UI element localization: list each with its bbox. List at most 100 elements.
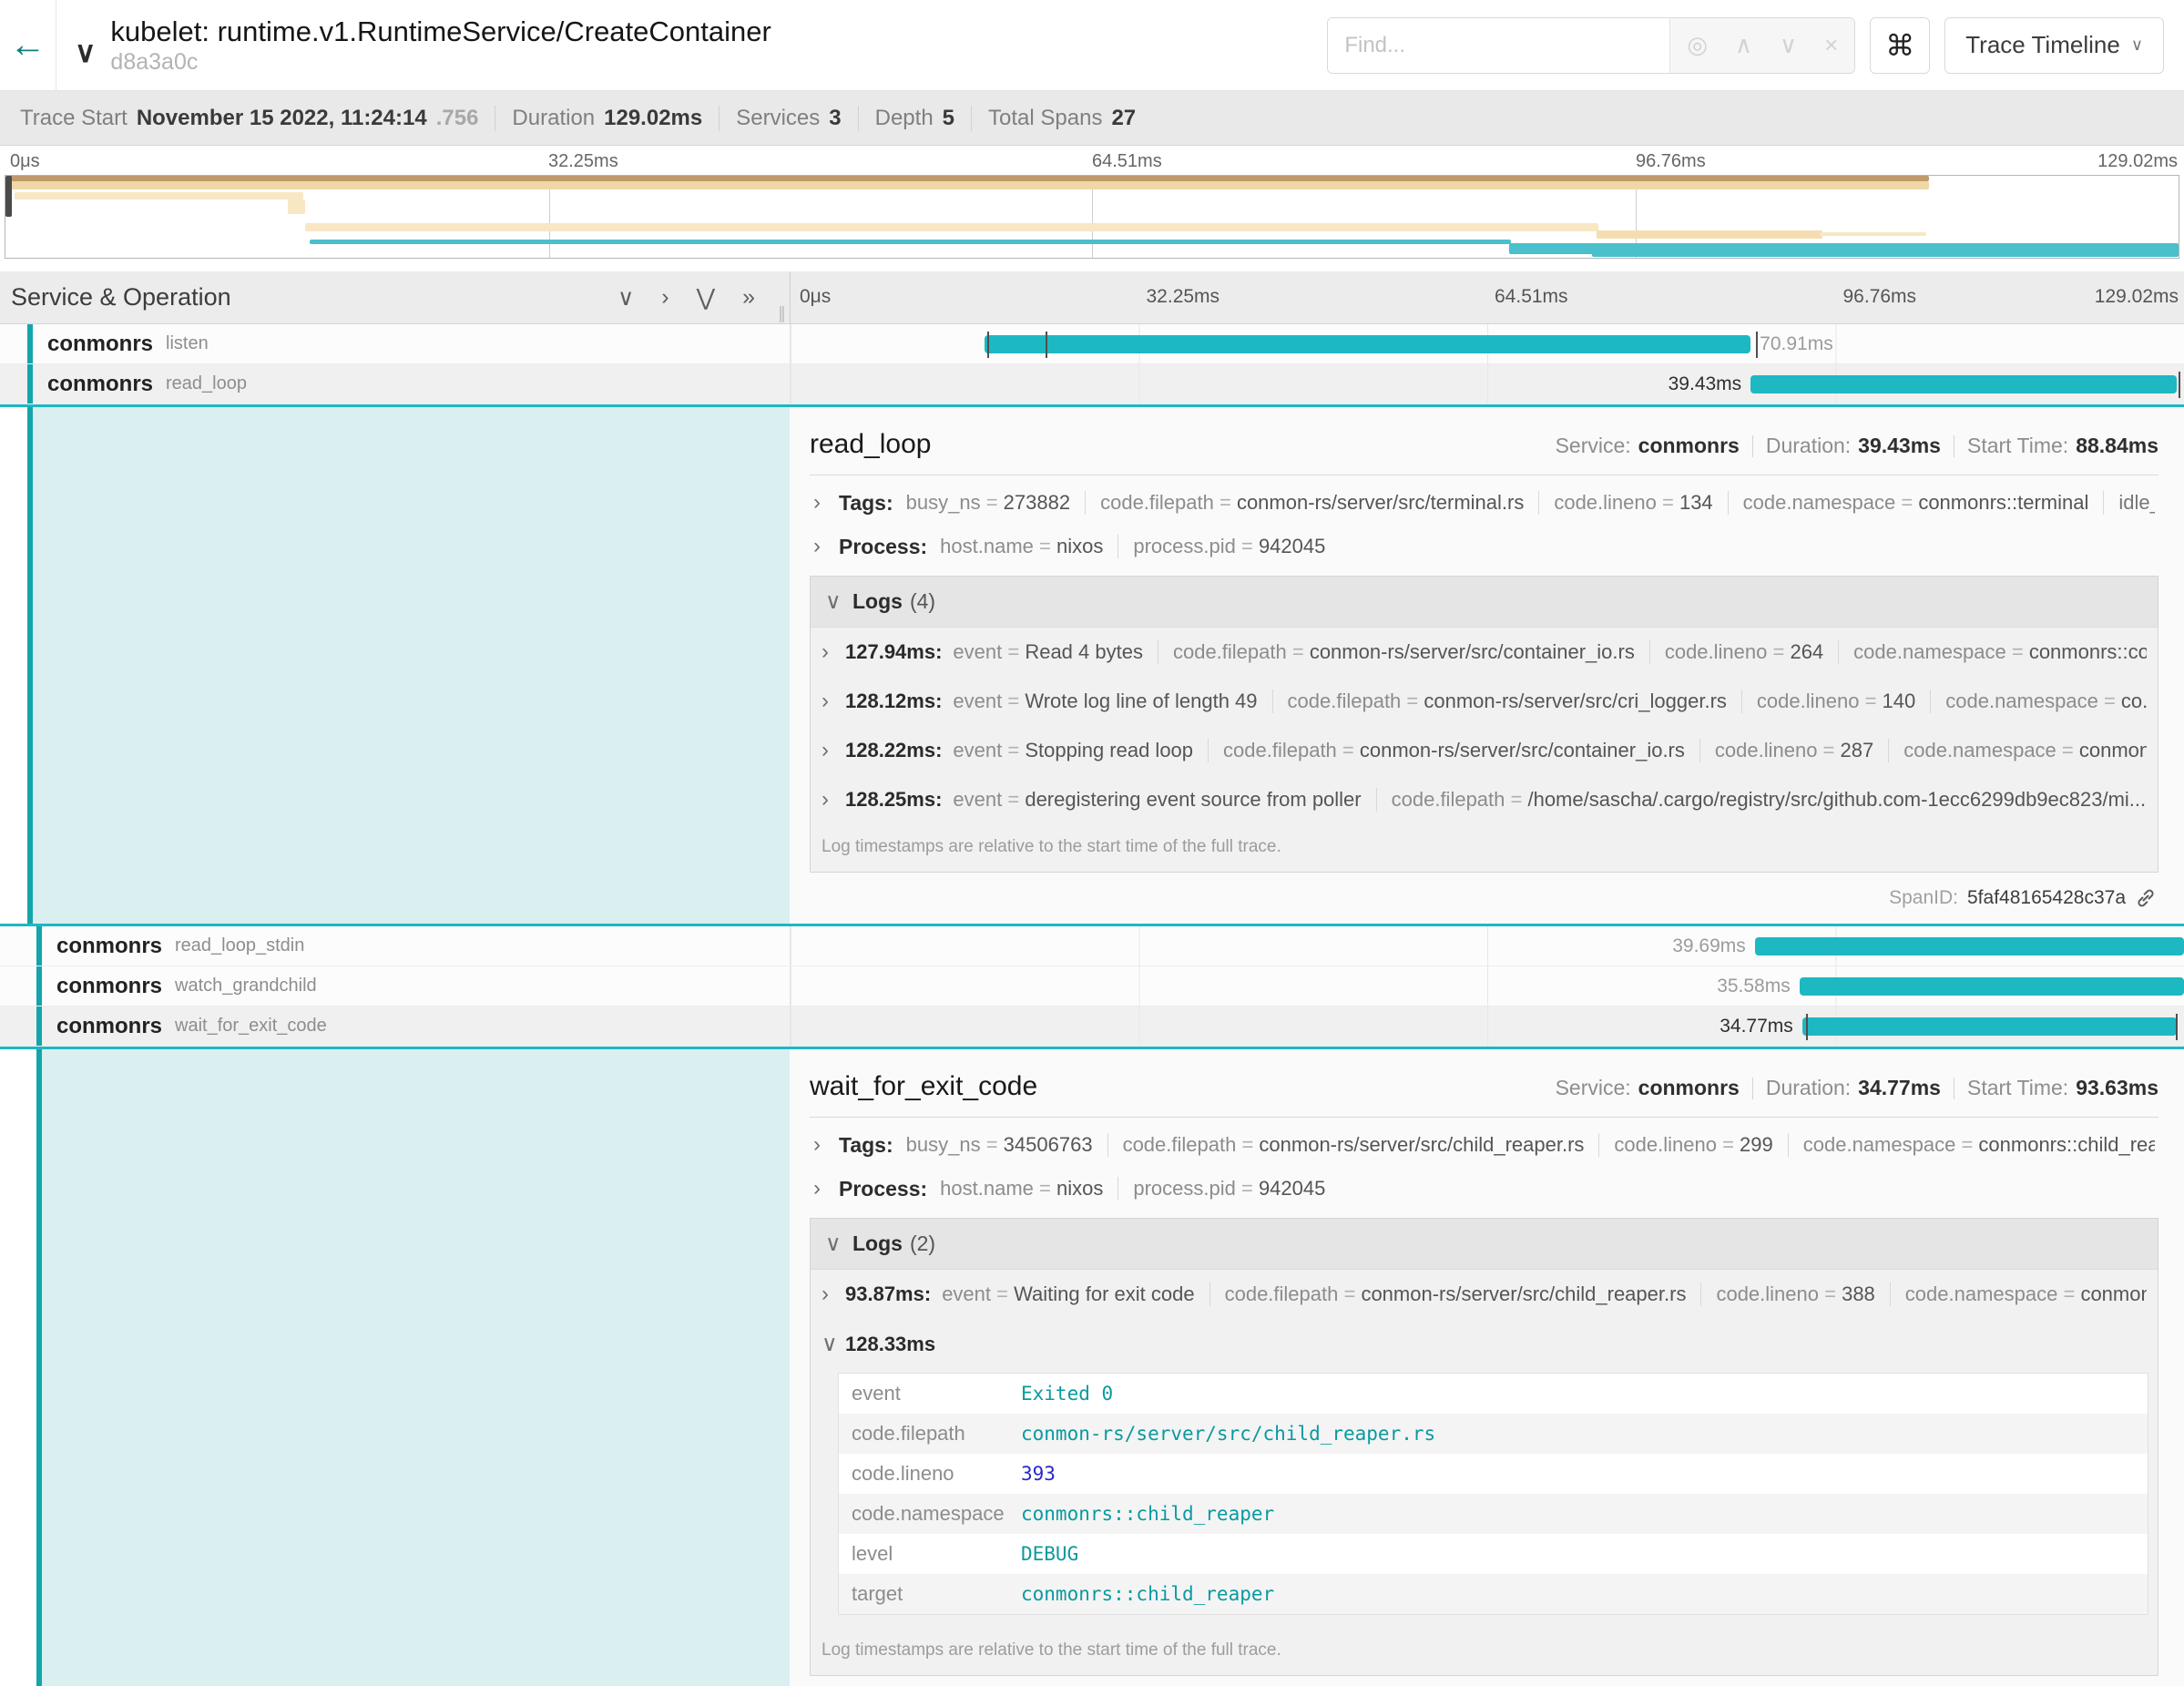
log-marker-tick	[987, 332, 989, 358]
span-duration-label: 39.43ms	[1669, 373, 1742, 395]
tags-row[interactable]: › Tags: busy_ns = 34506763code.filepath …	[810, 1123, 2158, 1167]
span-row-read-loop[interactable]: conmonrs read_loop 39.43ms	[0, 364, 2184, 404]
detail-span-meta: Service:conmonrs Duration:39.43ms Start …	[1556, 434, 2158, 458]
back-button[interactable]: ←	[0, 0, 56, 90]
column-resize-handle[interactable]: ∥	[778, 304, 786, 323]
collapse-all-icon[interactable]: ⋁	[697, 284, 716, 312]
find-input[interactable]	[1328, 18, 1669, 73]
command-icon: ⌘	[1885, 28, 1914, 63]
span-row-watch-grandchild[interactable]: conmonrs watch_grandchild 35.58ms	[0, 966, 2184, 1006]
span-color-accent	[27, 364, 33, 404]
clear-search-icon[interactable]: ×	[1824, 31, 1838, 59]
span-bar[interactable]	[1755, 937, 2184, 955]
minimap-span-bar	[288, 199, 305, 214]
chevron-right-icon: ›	[813, 534, 828, 559]
match-case-icon[interactable]: ◎	[1687, 31, 1708, 59]
chevron-down-icon[interactable]: ∨	[75, 35, 96, 69]
log-entry[interactable]: › 93.87ms: event = Waiting for exit code…	[811, 1270, 2158, 1319]
table-row: event Exited 0	[839, 1374, 2148, 1414]
span-id-row: SpanID: 4a947cfd1ce59537	[810, 1676, 2158, 1686]
trace-depth: Depth5	[859, 106, 972, 131]
operation-name: wait_for_exit_code	[175, 1016, 327, 1037]
process-row[interactable]: › Process: host.name = nixosprocess.pid …	[810, 1167, 2158, 1211]
log-entry-expanded[interactable]: ∨ 128.33ms	[811, 1319, 2158, 1369]
span-track[interactable]: 35.58ms	[791, 966, 2184, 1006]
span-track[interactable]: 70.91ms	[791, 324, 2184, 363]
minimap-span-bar	[1597, 230, 1822, 239]
span-id-value: 5faf48165428c37a	[1967, 887, 2126, 909]
span-duration-label: 39.69ms	[1672, 935, 1746, 957]
find-group: ◎ ∧ ∨ ×	[1327, 17, 1855, 74]
detail-gutter	[0, 1049, 36, 1686]
operation-name: watch_grandchild	[175, 976, 317, 996]
trace-view-selector[interactable]: Trace Timeline ∨	[1944, 17, 2164, 74]
span-row-listen[interactable]: conmonrs listen 70.91ms	[0, 324, 2184, 364]
span-color-accent	[36, 966, 42, 1006]
detail-span-meta: Service:conmonrs Duration:34.77ms Start …	[1556, 1076, 2158, 1100]
detail-span-title: read_loop	[810, 429, 931, 460]
span-row-read-loop-stdin[interactable]: conmonrs read_loop_stdin 39.69ms	[0, 926, 2184, 966]
span-detail-read-loop: read_loop Service:conmonrs Duration:39.4…	[0, 404, 2184, 926]
minimap-span-bar	[5, 181, 1929, 189]
collapse-one-icon[interactable]: ∨	[617, 284, 634, 312]
span-track[interactable]: 39.69ms	[791, 926, 2184, 966]
trace-summary-bar: Trace StartNovember 15 2022, 11:24:14.75…	[0, 91, 2184, 146]
topbar-actions: ◎ ∧ ∨ × ⌘ Trace Timeline ∨	[1327, 17, 2184, 74]
log-marker-tick	[1806, 1014, 1808, 1040]
chevron-down-icon: ∨	[825, 588, 840, 615]
log-marker-tick	[1046, 332, 1047, 358]
span-color-accent	[36, 1006, 42, 1046]
span-bar[interactable]	[985, 335, 1751, 353]
copy-link-icon[interactable]	[2135, 887, 2157, 909]
log-entry[interactable]: › 128.25ms: event = deregistering event …	[811, 775, 2158, 824]
minimap-span-bar	[5, 176, 12, 217]
keyboard-shortcuts-button[interactable]: ⌘	[1870, 17, 1930, 74]
trace-total-spans: Total Spans27	[972, 106, 1152, 131]
span-track[interactable]: 39.43ms	[791, 364, 2184, 404]
log-entry[interactable]: › 127.94ms: event = Read 4 bytescode.fil…	[811, 628, 2158, 677]
next-match-icon[interactable]: ∨	[1780, 31, 1797, 59]
span-bar[interactable]	[1750, 375, 2177, 393]
chevron-right-icon: ›	[813, 1132, 828, 1158]
service-operation-header: Service & Operation ∨ › ⋁ » ∥	[0, 271, 791, 323]
process-row[interactable]: › Process: host.name = nixosprocess.pid …	[810, 525, 2158, 568]
span-bar[interactable]	[1800, 977, 2184, 996]
trace-timeline-page: ← ∨ kubelet: runtime.v1.RuntimeService/C…	[0, 0, 2184, 1686]
log-entry[interactable]: › 128.22ms: event = Stopping read loopco…	[811, 726, 2158, 775]
detail-body: wait_for_exit_code Service:conmonrs Dura…	[790, 1049, 2184, 1686]
trace-id: d8a3a0c	[110, 49, 771, 76]
span-bar[interactable]	[1802, 1017, 2178, 1036]
minimap-span-bar	[310, 240, 1511, 244]
tags-row[interactable]: › Tags: busy_ns = 273882code.filepath = …	[810, 481, 2158, 525]
service-name: conmonrs	[47, 372, 153, 397]
logs-header[interactable]: ∨ Logs (4)	[811, 577, 2158, 628]
minimap-span-bar	[305, 223, 1598, 231]
expand-one-icon[interactable]: ›	[661, 284, 668, 312]
table-row: target conmonrs::child_reaper	[839, 1574, 2148, 1614]
timeline-header-row: Service & Operation ∨ › ⋁ » ∥ 0μs 32.25m…	[0, 271, 2184, 324]
minimap-ticks: 0μs 32.25ms 64.51ms 96.76ms 129.02ms	[5, 151, 2179, 175]
log-entry[interactable]: › 128.12ms: event = Wrote log line of le…	[811, 677, 2158, 726]
logs-header[interactable]: ∨ Logs (2)	[811, 1219, 2158, 1270]
table-row: code.namespace conmonrs::child_reaper	[839, 1494, 2148, 1534]
span-row-wait-for-exit-code[interactable]: conmonrs wait_for_exit_code 34.77ms	[0, 1006, 2184, 1047]
trace-duration: Duration129.02ms	[495, 106, 719, 131]
operation-name: listen	[166, 333, 209, 354]
prev-match-icon[interactable]: ∧	[1735, 31, 1752, 59]
service-name: conmonrs	[56, 1014, 162, 1039]
detail-body: read_loop Service:conmonrs Duration:39.4…	[790, 407, 2184, 924]
chevron-down-icon: ∨	[2131, 36, 2143, 55]
span-track[interactable]: 34.77ms	[791, 1006, 2184, 1046]
service-name: conmonrs	[56, 934, 162, 959]
table-row: code.filepath conmon-rs/server/src/child…	[839, 1414, 2148, 1454]
collapse-controls: ∨ › ⋁ »	[617, 284, 779, 312]
minimap-canvas[interactable]	[5, 175, 2179, 259]
log-marker-tick	[2179, 372, 2180, 398]
span-color-accent	[36, 926, 42, 966]
chevron-right-icon: ›	[813, 490, 828, 516]
trace-minimap: 0μs 32.25ms 64.51ms 96.76ms 129.02ms	[0, 146, 2184, 259]
minimap-span-bar	[1820, 232, 1926, 236]
table-row: code.lineno 393	[839, 1454, 2148, 1494]
expand-all-icon[interactable]: »	[742, 284, 755, 312]
span-duration-label: 35.58ms	[1717, 976, 1791, 997]
